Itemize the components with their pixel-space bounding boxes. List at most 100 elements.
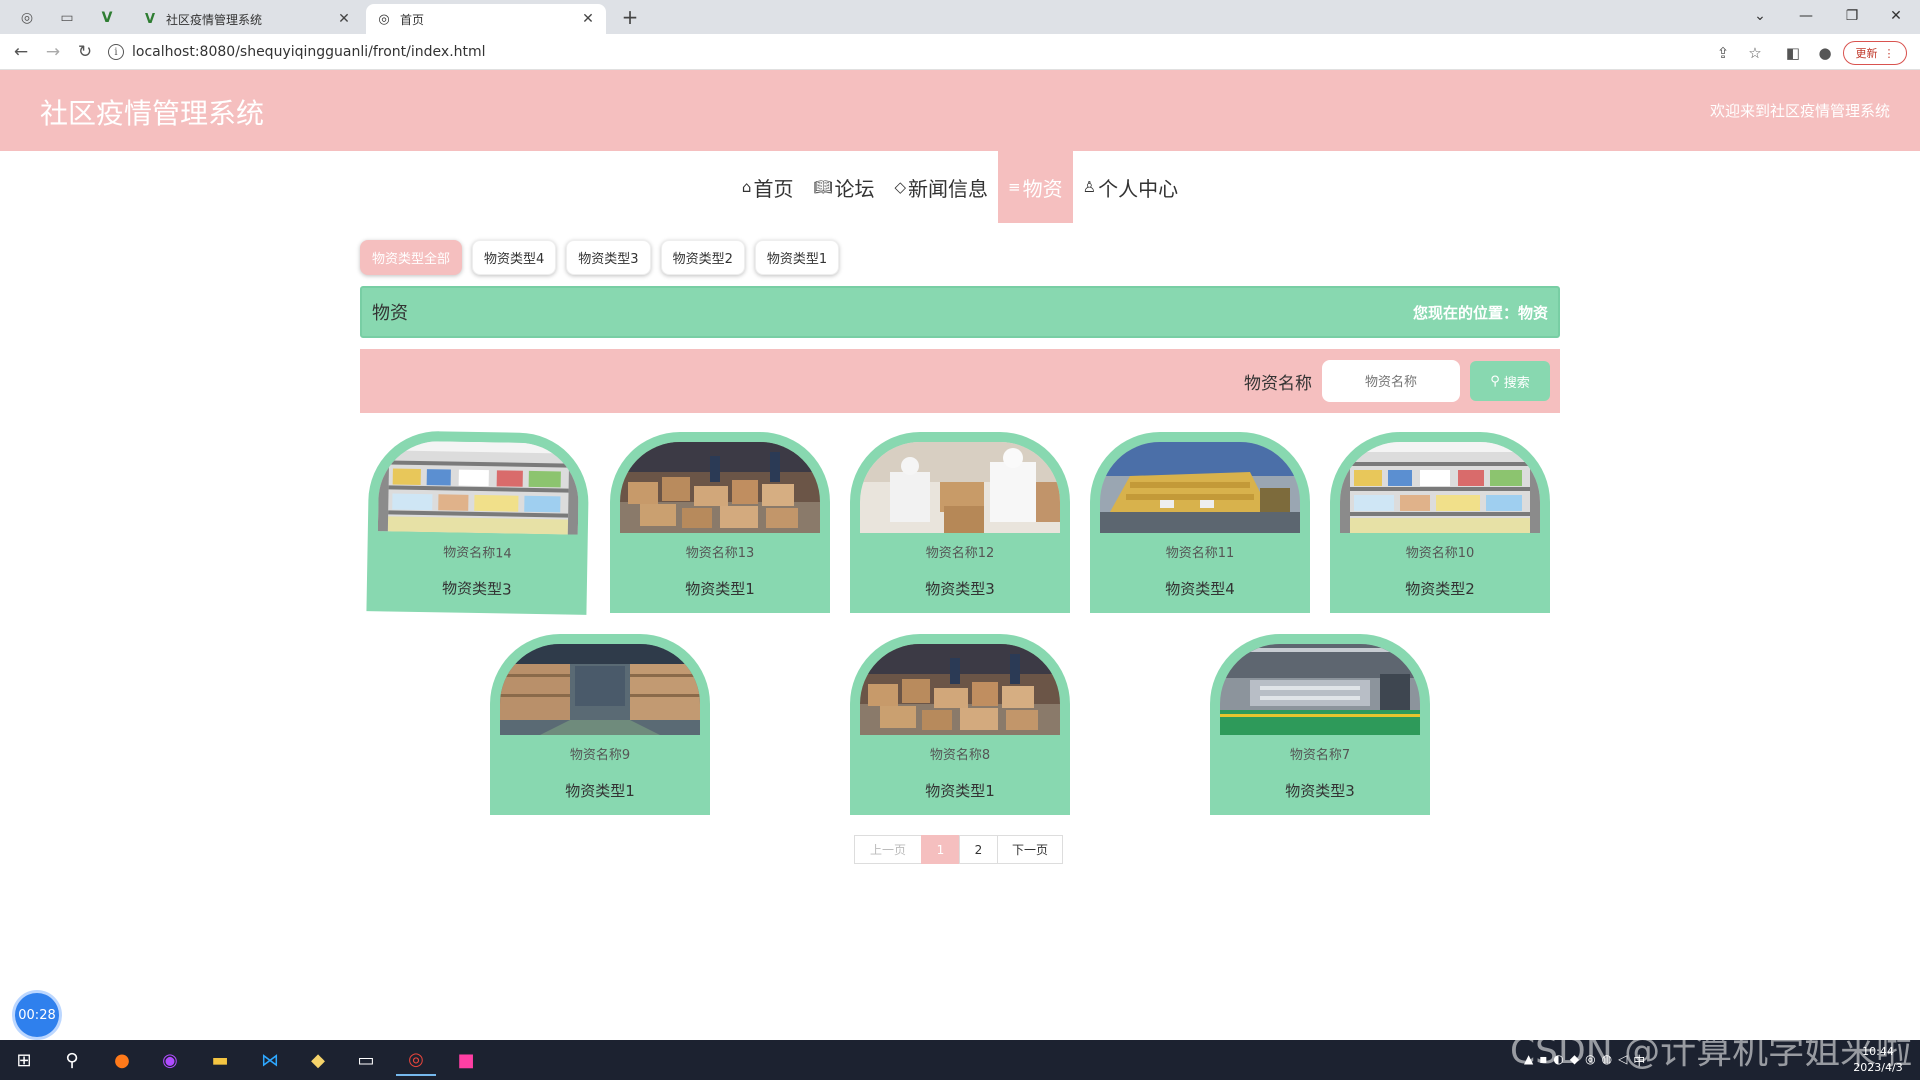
globe-icon: ◎	[378, 11, 390, 27]
supply-photo-shelves[interactable]	[377, 440, 580, 535]
supply-photo-pallets[interactable]	[1100, 442, 1300, 533]
supply-card[interactable]: 物资名称13 物资类型1	[610, 432, 830, 613]
supply-type: 物资类型1	[685, 580, 755, 598]
supply-card[interactable]: 物资名称8 物资类型1	[850, 634, 1070, 815]
page-2-button[interactable]: 2	[959, 835, 998, 864]
intellij-icon[interactable]: ■	[446, 1044, 486, 1076]
search-icon[interactable]: ⚲	[52, 1044, 92, 1076]
home-icon: ⌂	[741, 178, 752, 196]
welcome-text: 欢迎来到社区疫情管理系统	[1709, 102, 1890, 120]
sidepanel-icon[interactable]: ◧	[1782, 42, 1804, 64]
nav-label: 新闻信息	[908, 176, 989, 201]
supply-card[interactable]: 物资名称14 物资类型3	[366, 430, 590, 615]
windows-start-icon[interactable]: ⊞	[4, 1044, 44, 1076]
supply-card[interactable]: 物资名称7 物资类型3	[1210, 634, 1430, 815]
more-icon: ⋮	[1883, 46, 1895, 60]
url-text[interactable]: localhost:8080/shequyiqingguanli/front/i…	[132, 44, 486, 60]
globe-icon[interactable]: ◎	[12, 6, 42, 30]
star-icon[interactable]: ☆	[1744, 42, 1766, 64]
supply-name: 物资名称13	[685, 546, 755, 561]
supply-type: 物资类型3	[441, 579, 512, 599]
firefox-icon[interactable]: ●	[102, 1044, 142, 1076]
category-all-button[interactable]: 物资类型全部	[360, 240, 463, 275]
supply-photo-warehouse[interactable]	[500, 644, 700, 735]
tab-search-icon[interactable]: ⌄	[1740, 4, 1780, 28]
supply-photo-shelves[interactable]	[1340, 442, 1540, 533]
update-label: 更新	[1855, 47, 1878, 60]
nav-news[interactable]: ◇ 新闻信息	[885, 151, 999, 223]
vscode-icon[interactable]: ⋈	[250, 1044, 290, 1076]
supply-type: 物资类型3	[1285, 782, 1355, 800]
category-button[interactable]: 物资类型1	[754, 240, 840, 275]
category-button[interactable]: 物资类型4	[472, 240, 557, 275]
app-icon[interactable]: ◆	[298, 1044, 338, 1076]
search-button[interactable]: ⚲ 搜索	[1470, 361, 1550, 401]
reload-icon[interactable]: ↻	[72, 40, 98, 64]
app-icon[interactable]: ◉	[150, 1044, 190, 1076]
nav-supplies[interactable]: ≡ 物资	[998, 151, 1073, 223]
info-icon[interactable]: i	[108, 44, 124, 60]
nav-forum[interactable]: 📖︎ 论坛	[803, 151, 884, 223]
close-icon[interactable]: ✕	[336, 11, 352, 27]
supply-photo-factory[interactable]	[1220, 644, 1420, 735]
search-button-label: 搜索	[1503, 375, 1530, 391]
url-field[interactable]: i localhost:8080/shequyiqingguanli/front…	[108, 38, 1788, 66]
nav-home[interactable]: ⌂ 首页	[732, 151, 804, 223]
restore-icon[interactable]: ❐	[1832, 4, 1872, 28]
chrome-icon[interactable]: ◎	[396, 1044, 436, 1076]
supply-card[interactable]: 物资名称9 物资类型1	[490, 634, 710, 815]
supply-name: 物资名称12	[925, 546, 995, 561]
recording-timer[interactable]: 00:28	[15, 993, 59, 1037]
supply-name: 物资名称14	[443, 545, 512, 562]
nav-label: 论坛	[834, 176, 875, 201]
nav-profile[interactable]: ♙ 个人中心	[1073, 151, 1188, 223]
share-icon[interactable]: ⇪	[1712, 42, 1734, 64]
minimize-icon[interactable]: —	[1786, 4, 1826, 28]
list-icon: ≡	[1008, 178, 1021, 196]
supply-name: 物资名称9	[569, 748, 631, 763]
supply-name: 物资名称10	[1405, 546, 1475, 561]
category-button[interactable]: 物资类型2	[660, 240, 745, 275]
supply-name: 物资名称11	[1165, 546, 1235, 561]
search-icon: ⚲	[1490, 373, 1500, 389]
supply-name: 物资名称8	[929, 748, 991, 763]
supply-type: 物资类型4	[1165, 580, 1235, 598]
terminal-icon[interactable]: ▭	[346, 1044, 386, 1076]
tab-title: 首页	[400, 12, 425, 27]
back-icon[interactable]: ←	[8, 40, 34, 64]
search-label: 物资名称	[1244, 373, 1312, 394]
watermark: CSDN @计算机学姐来啦	[1510, 1031, 1913, 1072]
tab-home[interactable]: ◎ 首页 ✕	[366, 4, 606, 34]
prev-page-button[interactable]: 上一页	[854, 835, 922, 864]
category-filter: 物资类型全部 物资类型4 物资类型3 物资类型2 物资类型1	[360, 240, 840, 275]
supply-type: 物资类型1	[565, 782, 635, 800]
supply-photo-workers[interactable]	[860, 442, 1060, 533]
supply-photo-boxes[interactable]	[620, 442, 820, 533]
file-explorer-icon[interactable]: ▬	[200, 1044, 240, 1076]
blank-tab-icon[interactable]: ▭	[52, 6, 82, 30]
search-input[interactable]	[1322, 360, 1460, 402]
main-nav: ⌂ 首页 📖︎ 论坛 ◇ 新闻信息 ≡ 物资 ♙ 个人中心	[0, 151, 1920, 223]
new-tab-button[interactable]: +	[616, 5, 644, 29]
tab-title: 社区疫情管理系统	[166, 12, 263, 27]
vue-logo-icon: V	[144, 11, 156, 27]
profile-icon[interactable]: ●	[1814, 42, 1836, 64]
category-button[interactable]: 物资类型3	[566, 240, 651, 275]
supply-photo-boxes[interactable]	[860, 644, 1060, 735]
section-title: 物资	[372, 303, 408, 324]
search-bar: 物资名称 ⚲ 搜索	[360, 349, 1560, 413]
nav-label: 物资	[1022, 176, 1063, 201]
next-page-button[interactable]: 下一页	[997, 835, 1063, 864]
supply-card[interactable]: 物资名称12 物资类型3	[850, 432, 1070, 613]
close-icon[interactable]: ✕	[580, 11, 596, 27]
tab-system[interactable]: V 社区疫情管理系统 ✕	[132, 4, 362, 34]
address-bar: ← → ↻ i localhost:8080/shequyiqingguanli…	[0, 34, 1920, 70]
supply-card[interactable]: 物资名称11 物资类型4	[1090, 432, 1310, 613]
current-position: 您现在的位置：物资	[1412, 303, 1548, 322]
page-1-button[interactable]: 1	[921, 835, 960, 864]
forward-icon[interactable]: →	[40, 40, 66, 64]
update-button[interactable]: 更新 ⋮	[1843, 41, 1907, 65]
close-window-icon[interactable]: ✕	[1876, 4, 1916, 28]
vue-logo-icon[interactable]: V	[92, 6, 122, 30]
supply-card[interactable]: 物资名称10 物资类型2	[1330, 432, 1550, 613]
